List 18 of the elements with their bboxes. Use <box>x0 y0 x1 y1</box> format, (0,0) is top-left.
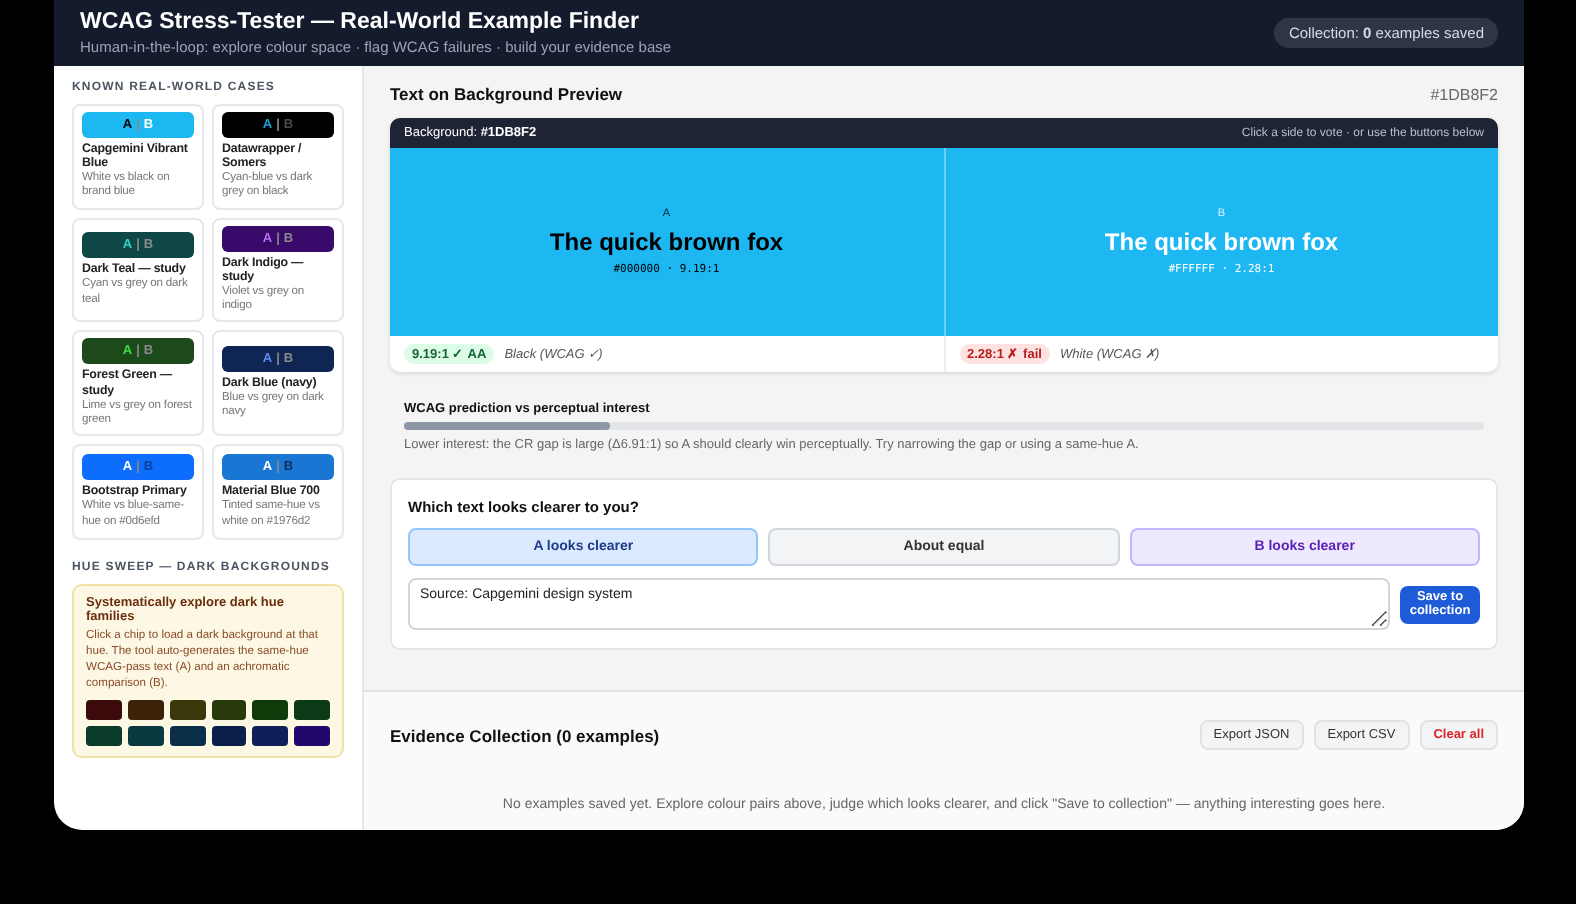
hue-chip[interactable] <box>252 699 289 720</box>
sample-text: The quick brown fox <box>1104 228 1339 256</box>
hex-value: #1DB8F2 <box>1430 85 1498 103</box>
hue-chip[interactable] <box>211 699 247 720</box>
hue-chip[interactable] <box>169 725 205 746</box>
sample-text: The quick brown fox <box>549 228 784 256</box>
section-title: Text on Background Preview <box>390 84 623 104</box>
hue-chip[interactable] <box>294 725 330 746</box>
hue-chip[interactable] <box>127 699 164 720</box>
hue-chip[interactable] <box>127 725 164 746</box>
hue-chip[interactable] <box>86 699 122 720</box>
app-title: WCAG Stress-Tester — Real-World Example Finder <box>80 10 641 34</box>
hue-chip[interactable] <box>294 699 330 720</box>
hue-chip[interactable] <box>211 725 247 746</box>
hue-chip[interactable] <box>252 725 289 746</box>
hue-chip[interactable] <box>86 725 122 746</box>
section-title: Evidence Collection (0 examples) <box>390 725 660 745</box>
hue-chip[interactable] <box>169 699 205 720</box>
